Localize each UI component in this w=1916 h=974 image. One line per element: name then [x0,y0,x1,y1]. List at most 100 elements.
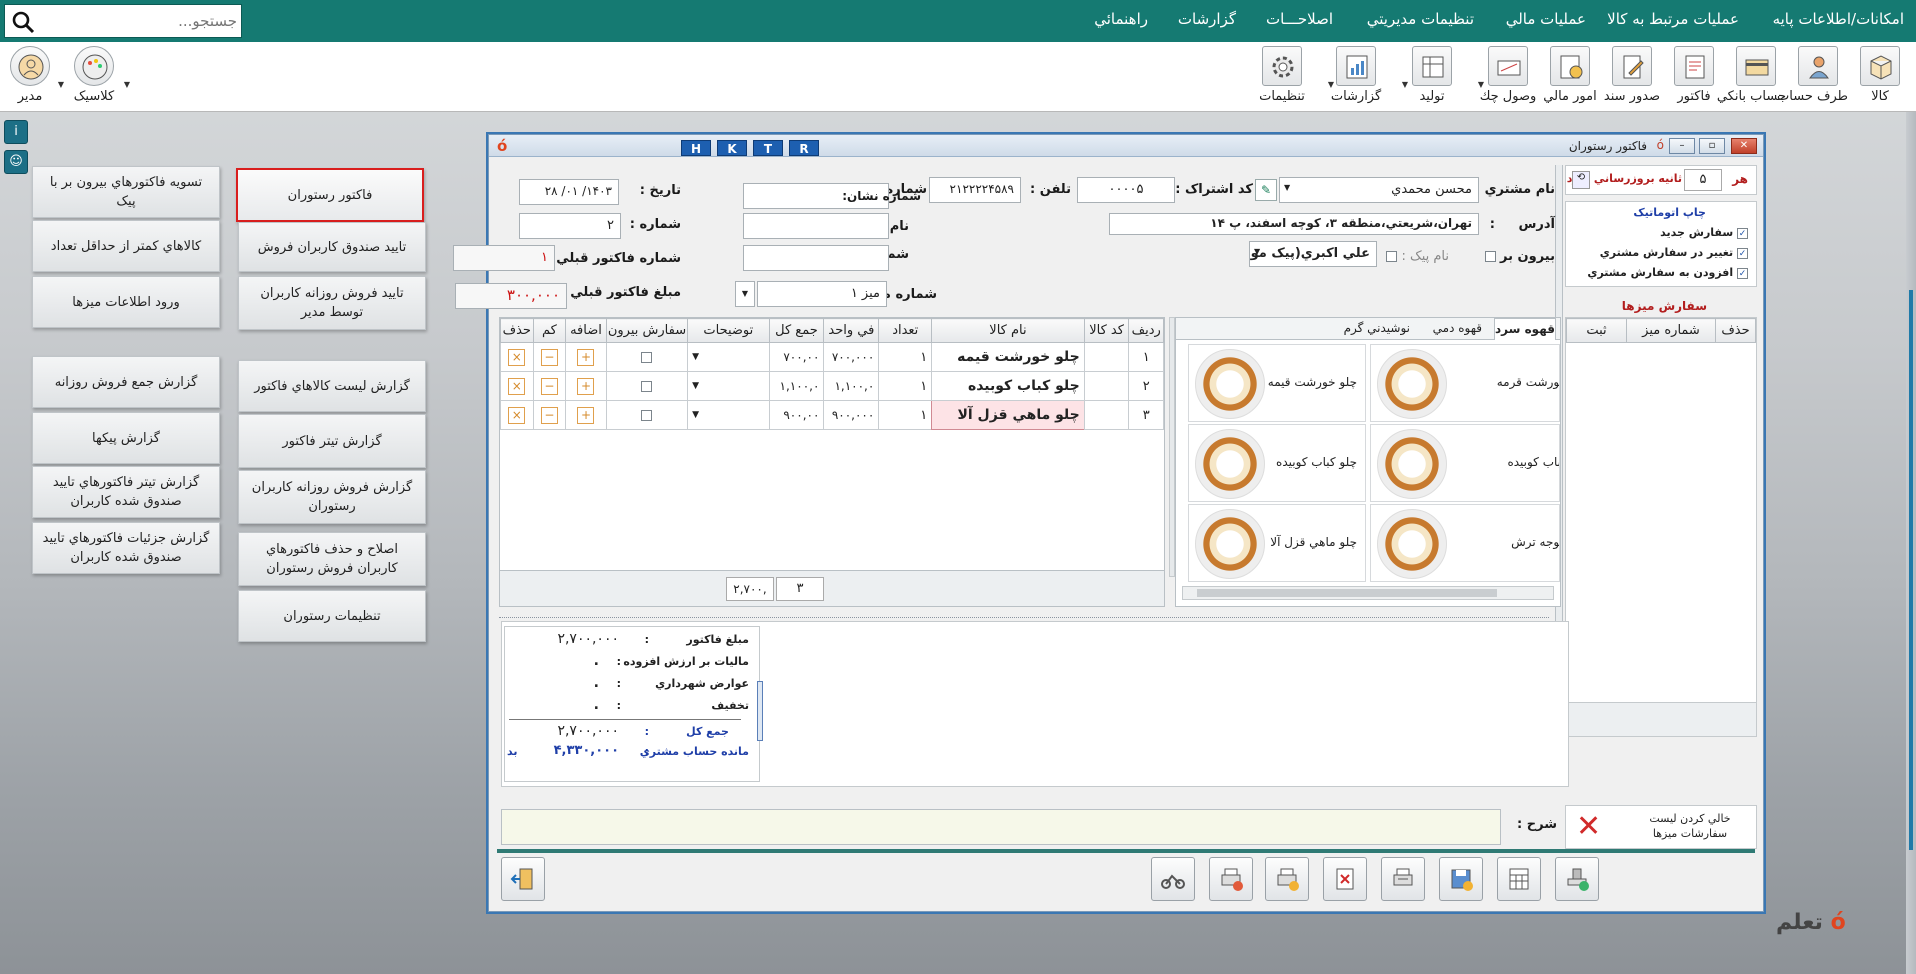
tile-restaurant-settings[interactable]: تنظيمات رستوران [238,590,426,642]
chevron-down-icon[interactable]: ▼ [1328,80,1334,89]
toolbar-production[interactable]: توليد ▼ [1402,46,1484,110]
menu-financial-ops[interactable]: عمليات مالي [1506,10,1586,28]
desc-dropdown[interactable]: ▼ [687,371,770,401]
cancel-invoice-button[interactable] [1323,857,1367,901]
desc-dropdown[interactable]: ▼ [687,400,770,430]
search-box[interactable] [4,4,242,38]
tile-edit-delete[interactable]: اصلاح و حذف فاکتورهاي کاربران فروش رستور… [238,532,426,586]
menu-reports[interactable]: گزارشات [1178,10,1236,28]
del-cell[interactable]: × [500,371,534,401]
theme-menu[interactable]: کلاسيک ▼ [64,46,130,110]
del-cell[interactable]: × [500,342,534,372]
checkbox[interactable]: ✓ [1737,267,1748,279]
toolbar-invoice[interactable]: فاکتور [1664,46,1724,110]
toolbar-cheque[interactable]: وصول چك [1478,46,1538,110]
cell-qty[interactable]: ۱ [878,342,933,372]
tile-confirmed-details-report[interactable]: گزارش جزئيات فاکتورهاي تاييد صندوق شده ک… [32,522,220,574]
plus-icon[interactable]: + [577,377,595,395]
auto-print-option-change[interactable]: ✓ تغيير در سفارش مشتري [1600,246,1748,259]
sub-cell[interactable]: − [532,371,567,401]
delete-x-icon[interactable]: × [508,406,526,424]
food-item[interactable]: چلو کباب کوبيده [1188,424,1366,502]
calculator-button[interactable] [1497,857,1541,901]
minimize-icon[interactable]: – [1669,138,1695,154]
menu-admin-settings[interactable]: تنظيمات مديريتي [1367,10,1474,28]
tile-invoice-items-report[interactable]: گزارش ليست کالاهاي فاکتور [238,360,426,412]
print-invoice-button[interactable] [1381,857,1425,901]
clear-orders-button[interactable]: خالي کردن ليست سفارشات ميزها ✕ [1565,805,1757,849]
table-number-select[interactable]: ميز ۱ [757,281,887,307]
scroll-thumb[interactable] [1197,589,1497,597]
cell-name[interactable]: چلو کباب کوبيده [931,371,1085,401]
courier-assign-button[interactable] [1151,857,1195,901]
add-cell[interactable]: + [565,371,607,401]
tab-brewed-coffee[interactable]: قهوه دمي [1433,321,1482,335]
food-scrollbar[interactable] [1182,586,1554,600]
hotkey-k[interactable]: K [717,140,747,156]
chevron-down-icon[interactable]: ▼ [124,80,130,89]
chevron-down-icon[interactable]: ▼ [1402,80,1408,89]
del-cell[interactable]: × [500,400,534,430]
food-item[interactable]: چلو ماهي قزل آلا [1188,504,1366,582]
table-row[interactable]: ۲ چلو کباب کوبيده ۱ ۱,۱۰۰,۰ ۱,۱۰۰,۰ ▼ + … [500,371,1164,401]
toolbar-voucher[interactable]: صدور سند [1602,46,1662,110]
auto-print-option-new[interactable]: ✓ سفارش جديد [1660,226,1748,239]
add-cell[interactable]: + [565,400,607,430]
takeaway-cell[interactable] [605,371,689,401]
sub-cell[interactable]: − [532,400,567,430]
tile-confirm-daily[interactable]: تاييد فروش روزانه کاربران توسط مدير [238,276,426,330]
cell-code[interactable] [1083,342,1130,372]
checkbox[interactable]: ✓ [1737,227,1748,239]
delete-x-icon[interactable]: × [508,348,526,366]
food-item[interactable]: خورشت قرمه [1370,344,1560,422]
takeaway-cell[interactable] [605,400,689,430]
desc-dropdown[interactable]: ▼ [687,342,770,372]
notes-input[interactable] [501,809,1501,845]
table-row[interactable]: ۳ چلو ماهي قزل آلا ۱ ۹۰۰,۰۰۰ ۹۰۰,۰۰ ▼ + … [500,400,1164,430]
edit-pencil-icon[interactable]: ✎ [1255,179,1277,201]
sub-cell[interactable]: − [532,342,567,372]
auto-print-option-add[interactable]: ✓ افزودن به سفارش مشتري [1587,266,1748,279]
save-button[interactable] [1439,857,1483,901]
summary-splitter[interactable] [757,681,763,741]
courier-checkbox[interactable] [1386,251,1398,262]
chevron-down-icon[interactable]: ▼ [735,281,755,307]
chevron-down-icon[interactable]: ▼ [1284,183,1290,192]
food-item[interactable]: چلو خورشت قيمه [1188,344,1366,422]
maximize-icon[interactable]: ▫ [1699,138,1725,154]
plus-icon[interactable]: + [577,406,595,424]
hotkey-r[interactable]: R [789,140,819,156]
close-icon[interactable]: ✕ [1731,138,1757,154]
exit-button[interactable] [501,857,545,901]
delete-x-icon[interactable]: × [508,377,526,395]
toolbar-bank[interactable]: حساب بانکي [1717,46,1786,110]
tile-tables-info[interactable]: ورود اطلاعات ميزها [32,276,220,328]
guest-name-input[interactable] [743,213,889,239]
search-input[interactable] [45,9,237,33]
menu-help[interactable]: راهنمائي [1094,10,1148,28]
checkbox[interactable] [641,409,653,421]
food-item[interactable]: کباب کوبيده [1370,424,1560,502]
phone-input[interactable]: ۲۱۲۲۲۲۴۵۸۹ [929,177,1021,203]
menu-corrections[interactable]: اصلاحـــات [1266,10,1333,28]
add-cell[interactable]: + [565,342,607,372]
number-input[interactable]: ۲ [519,213,621,239]
cancel-print-button[interactable] [1209,857,1253,901]
cell-code[interactable] [1083,400,1130,430]
date-input[interactable]: ۱۴۰۳/ ۰۱/ ۲۸ [519,179,619,205]
plus-icon[interactable]: + [577,348,595,366]
minus-icon[interactable]: − [540,377,558,395]
tab-hot-drinks[interactable]: نوشيدني گرم [1344,321,1410,335]
tile-confirmed-headers-report[interactable]: گزارش تيتر فاکتورهاي تاييد صندوق شده کار… [32,466,220,518]
checkbox[interactable]: ✓ [1737,247,1748,259]
courier-select[interactable]: علي اکبري(پيک موتو ▼ [1249,241,1377,267]
chevron-down-icon[interactable]: ▼ [1254,247,1260,256]
toolbar-reports[interactable]: گزارشات ▼ [1326,46,1408,110]
checkbox[interactable] [641,351,653,363]
tile-min-stock[interactable]: کالاهاي کمتر از حداقل تعداد [32,220,220,272]
cell-qty[interactable]: ۱ [878,400,933,430]
checkbox[interactable] [641,380,653,392]
table-row[interactable]: ۱ چلو خورشت قيمه ۱ ۷۰۰,۰۰۰ ۷۰۰,۰۰ ▼ + − … [500,342,1164,372]
toolbar-settings[interactable]: تنظيمات ▼ [1252,46,1334,110]
refresh-icon[interactable]: ⟲ [1572,171,1590,189]
